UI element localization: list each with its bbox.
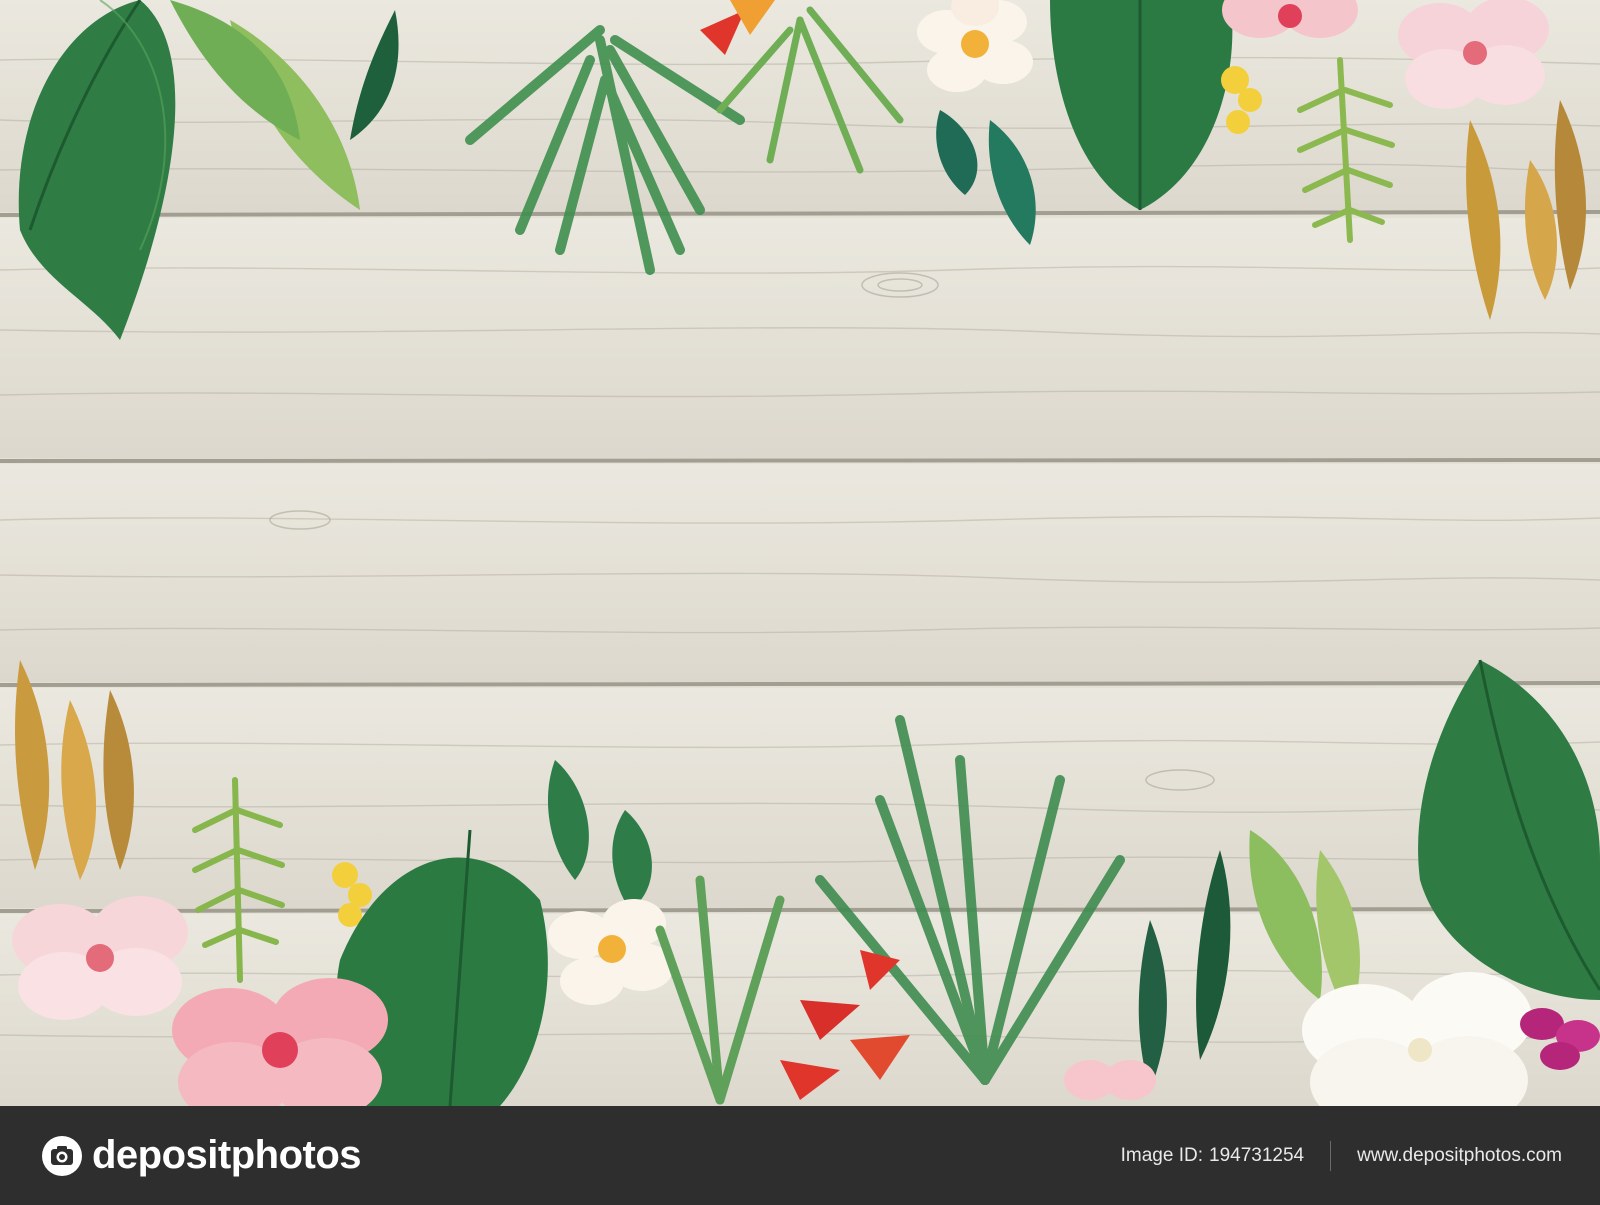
wood-background-photo [0,0,1600,1106]
depositphotos-logo: depositphotos [40,1133,362,1178]
site-url[interactable]: www.depositphotos.com [1357,1145,1562,1167]
camera-icon [42,1135,82,1176]
image-info: Image ID: 194731254 www.depositphotos.co… [1120,1140,1562,1171]
stock-image: depositphotos Image ID: 194731254 www.de… [0,0,1600,1205]
image-id-value: 194731254 [1209,1144,1305,1166]
wood-planks [0,0,1600,1106]
divider [1330,1140,1332,1171]
brand-name: depositphotos [92,1133,362,1177]
image-id-label: Image ID: [1120,1144,1203,1166]
watermark-bar: depositphotos Image ID: 194731254 www.de… [0,1106,1600,1205]
